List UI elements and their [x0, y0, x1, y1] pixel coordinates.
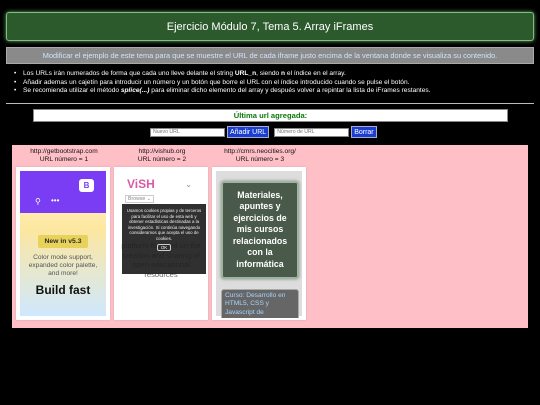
iframe-url: http://vishub.org: [138, 148, 186, 155]
search-icon[interactable]: ⚲: [35, 197, 41, 206]
url-number-input[interactable]: [274, 127, 350, 137]
splice-keyword: splice(...): [120, 87, 150, 95]
page-title-text: Ejercicio Módulo 7, Tema 5. Array iFrame…: [166, 20, 374, 33]
instruction-item: Los URLs irán numerados de forma que cad…: [14, 70, 534, 79]
more-icon[interactable]: •••: [51, 196, 59, 205]
instruction-item: Añadir ademas un cajetín para introducir…: [14, 79, 534, 88]
last-url-label: Última url agregada:: [233, 111, 308, 120]
iframe-item: http://cmrs.neocities.org/ URL número = …: [212, 148, 308, 320]
version-badge[interactable]: New in v5.3: [38, 235, 88, 248]
iframe-url: http://getbootstrap.com: [30, 148, 98, 155]
cmrs-title-card: Materiales, apuntes y ejercicios de mis …: [221, 181, 299, 279]
cookie-ok-button[interactable]: OK: [156, 243, 172, 252]
iframe-bootstrap[interactable]: B ⚲ ••• New in v5.3 Color mode support, …: [16, 167, 110, 320]
iframe-item: http://getbootstrap.com URL número = 1 B…: [16, 148, 112, 320]
iframe-cmrs[interactable]: Materiales, apuntes y ejercicios de mis …: [212, 167, 306, 320]
iframe-item: http://vishub.org URL número = 2 ViSH ⌄ …: [114, 148, 210, 320]
add-url-button[interactable]: Añadir URL: [227, 126, 270, 138]
iframe-label: URL número = 3: [235, 156, 285, 163]
bootstrap-heading: Build fast: [35, 283, 91, 297]
page-title: Ejercicio Módulo 7, Tema 5. Array iFrame…: [6, 12, 534, 41]
vishub-logo: ViSH: [127, 177, 155, 191]
iframe-vishub[interactable]: ViSH ⌄ Browse ⌄ platform focused on the …: [114, 167, 208, 320]
url-n-keyword: URL_n: [234, 70, 257, 77]
new-url-input[interactable]: [150, 127, 225, 137]
last-url-box: Última url agregada:: [33, 109, 508, 122]
url-controls: Añadir URL Borrar: [150, 126, 377, 138]
bootstrap-logo: B: [79, 179, 94, 192]
chevron-down-icon[interactable]: ⌄: [185, 180, 192, 189]
instruction-item: Se recomienda utilizar el método splice(…: [14, 87, 534, 96]
instructions-list: Los URLs irán numerados de forma que cad…: [14, 70, 534, 96]
cookie-text: Usamos cookies propias y de terceros par…: [126, 208, 202, 241]
delete-button[interactable]: Borrar: [351, 126, 377, 138]
iframe-url: http://cmrs.neocities.org/: [224, 148, 296, 155]
iframes-panel: http://getbootstrap.com URL número = 1 B…: [12, 145, 528, 328]
cookie-notice: Usamos cookies propias y de terceros par…: [122, 204, 206, 274]
bootstrap-navbar: B ⚲ •••: [20, 171, 106, 213]
browse-button[interactable]: Browse ⌄: [125, 195, 155, 203]
description-text: Modificar el ejemplo de este tema para q…: [42, 51, 498, 60]
iframe-label: URL número = 2: [137, 156, 187, 163]
bootstrap-text: Color mode support, expanded color palet…: [28, 254, 98, 277]
description-banner: Modificar el ejemplo de este tema para q…: [6, 47, 534, 64]
iframe-label: URL número = 1: [39, 156, 89, 163]
course-link[interactable]: Curso: Desarrollo en HTML5, CSS y Javasc…: [221, 289, 299, 318]
divider: [6, 103, 534, 104]
